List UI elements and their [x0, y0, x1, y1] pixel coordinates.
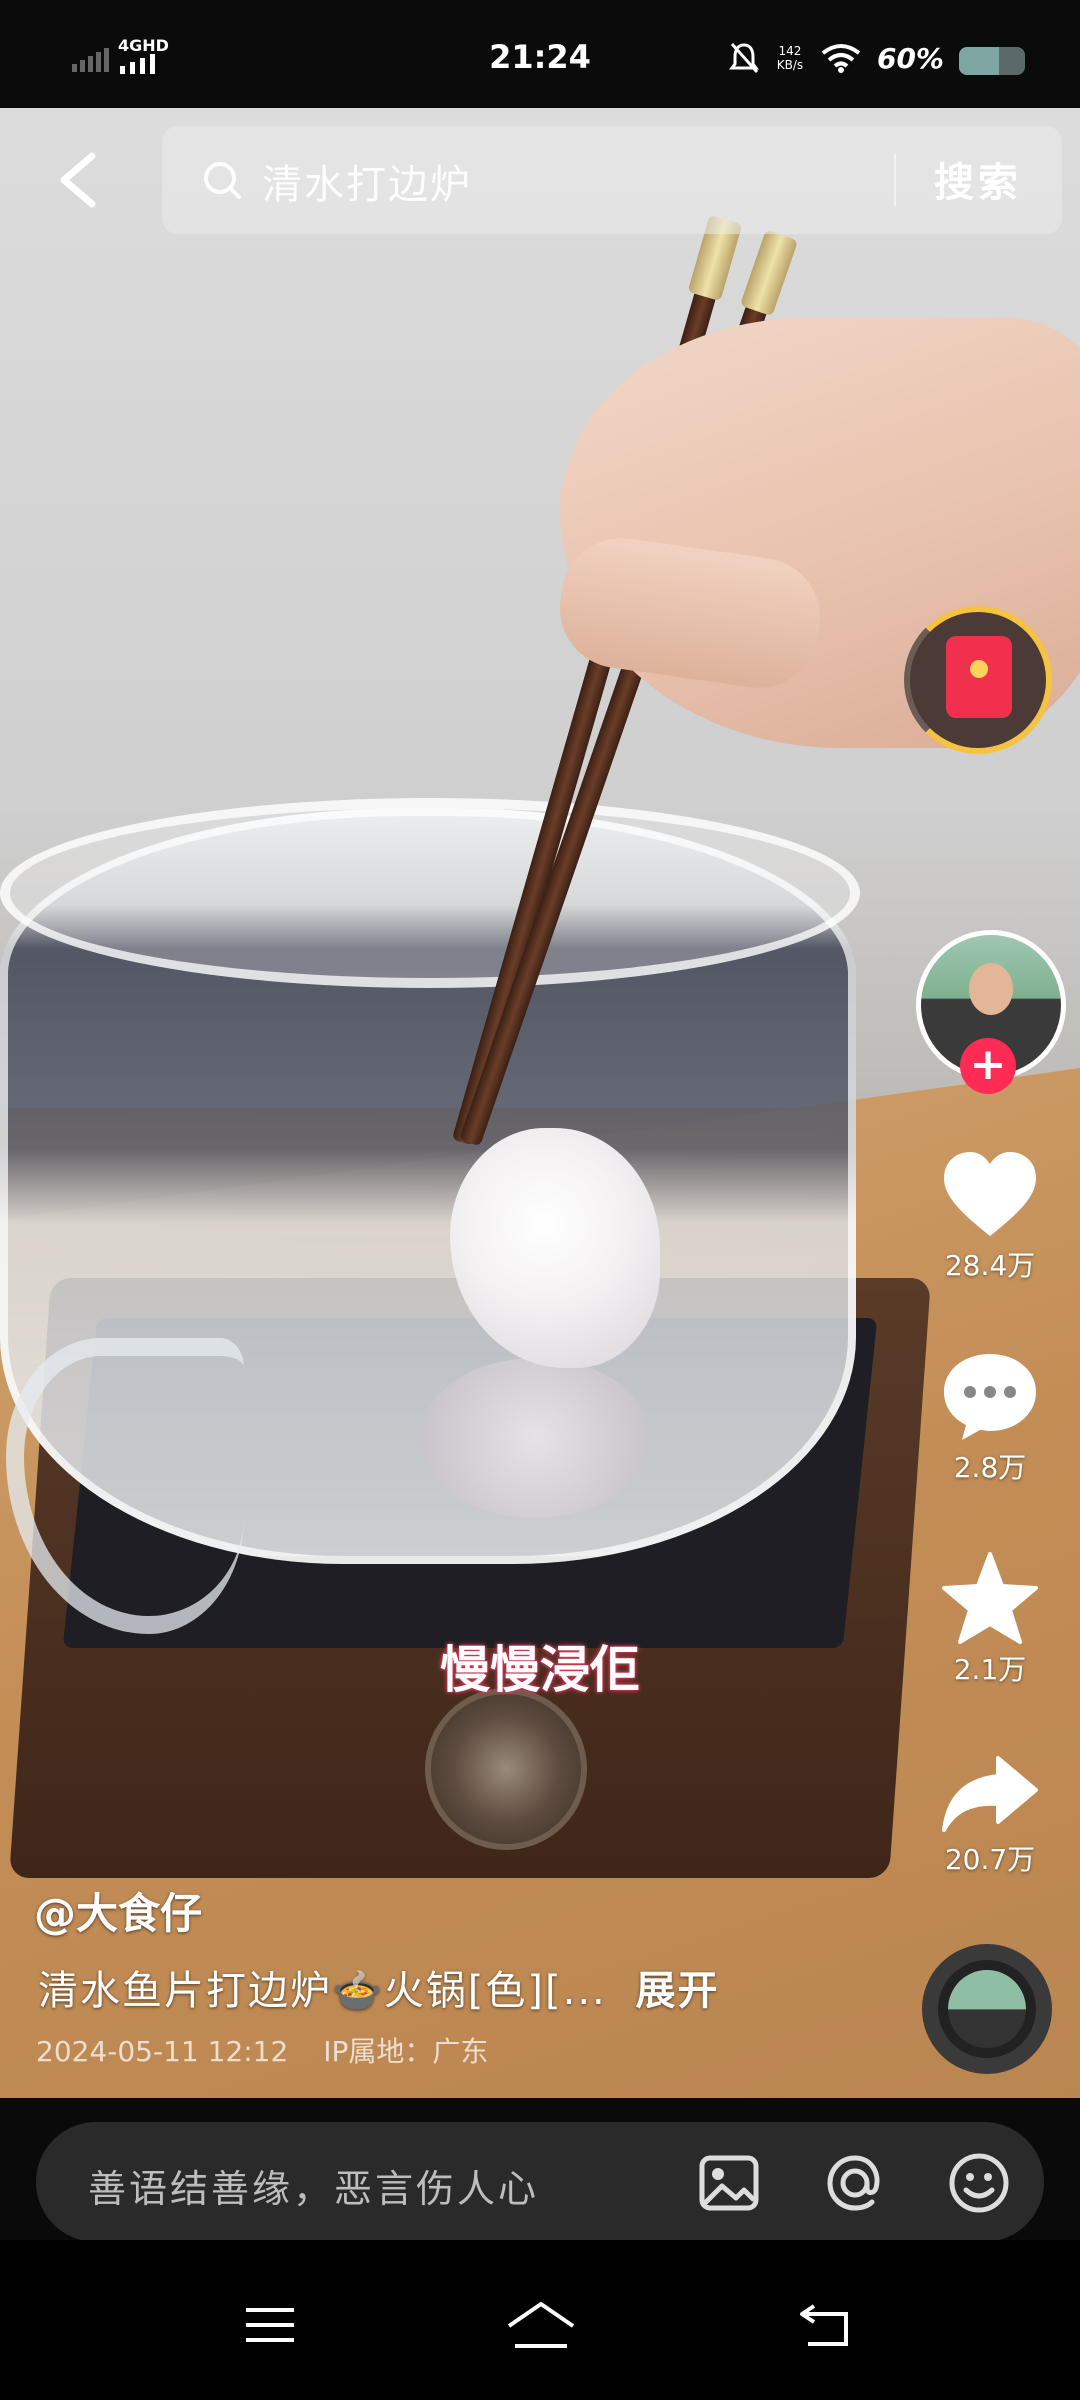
video-subtitle: 慢慢浸佢	[440, 1641, 640, 1699]
search-bar[interactable]: 清水打边炉 搜索	[162, 126, 1062, 234]
menu-icon[interactable]	[240, 2300, 300, 2350]
at-sign-icon[interactable]	[822, 2150, 888, 2216]
search-button[interactable]: 搜索	[934, 150, 1022, 208]
music-disc-cover	[948, 1970, 1026, 2048]
author-name[interactable]: @大食仔	[34, 1880, 202, 1941]
follow-plus-icon[interactable]: +	[960, 1038, 1016, 1094]
video-player[interactable]	[0, 108, 1080, 2098]
smiley-icon[interactable]	[946, 2150, 1012, 2216]
expand-link[interactable]: 展开	[635, 1968, 719, 2014]
comment-button[interactable]: 2.8万	[920, 1350, 1060, 1486]
back-chevron-icon[interactable]	[52, 150, 104, 210]
status-bar: 4GHD 21:24 142 KB/s 60%	[0, 0, 1080, 108]
like-count: 28.4万	[944, 1249, 1036, 1282]
speed-unit: KB/s	[776, 58, 804, 72]
home-icon[interactable]	[505, 2300, 577, 2350]
comment-count: 2.8万	[953, 1451, 1027, 1484]
heart-icon	[944, 1152, 1036, 1236]
comment-bar: 善语结善缘，恶言伤人心	[0, 2098, 1080, 2242]
share-button[interactable]: 20.7万	[920, 1754, 1060, 1878]
red-packet-button[interactable]	[904, 606, 1052, 754]
stove-knob	[425, 1688, 587, 1850]
publish-date: 2024-05-11 12:12	[36, 2035, 289, 2068]
like-button[interactable]: 28.4万	[920, 1150, 1060, 1284]
mute-bell-icon	[728, 43, 759, 73]
status-icons: 142 KB/s 60%	[728, 38, 944, 78]
network-speed: 142 KB/s	[775, 44, 805, 72]
speed-value: 142	[778, 44, 802, 58]
system-nav-bar	[0, 2240, 1080, 2400]
music-disc[interactable]	[922, 1944, 1052, 2074]
image-icon[interactable]	[696, 2150, 762, 2216]
comment-placeholder: 善语结善缘，恶言伤人心	[88, 2167, 540, 2211]
red-packet-icon	[946, 636, 1012, 718]
comment-input[interactable]: 善语结善缘，恶言伤人心	[36, 2122, 1044, 2242]
search-divider	[894, 154, 896, 206]
ip-location: IP属地：广东	[323, 2035, 489, 2068]
battery-percent: 60%	[876, 41, 944, 75]
share-arrow-icon	[942, 1756, 1038, 1832]
video-description: 清水鱼片打边炉🍲火锅[色][... 展开	[38, 1958, 719, 2016]
wifi-icon	[821, 44, 861, 73]
back-nav-icon[interactable]	[796, 2300, 856, 2350]
description-text: 清水鱼片打边炉🍲火锅[色][...	[38, 1968, 607, 2014]
video-meta: 2024-05-11 12:12 IP属地：广东	[36, 2030, 514, 2070]
search-input[interactable]: 清水打边炉	[262, 152, 472, 210]
search-icon	[204, 162, 241, 199]
share-count: 20.7万	[944, 1843, 1036, 1876]
chat-bubble-icon	[944, 1354, 1036, 1440]
